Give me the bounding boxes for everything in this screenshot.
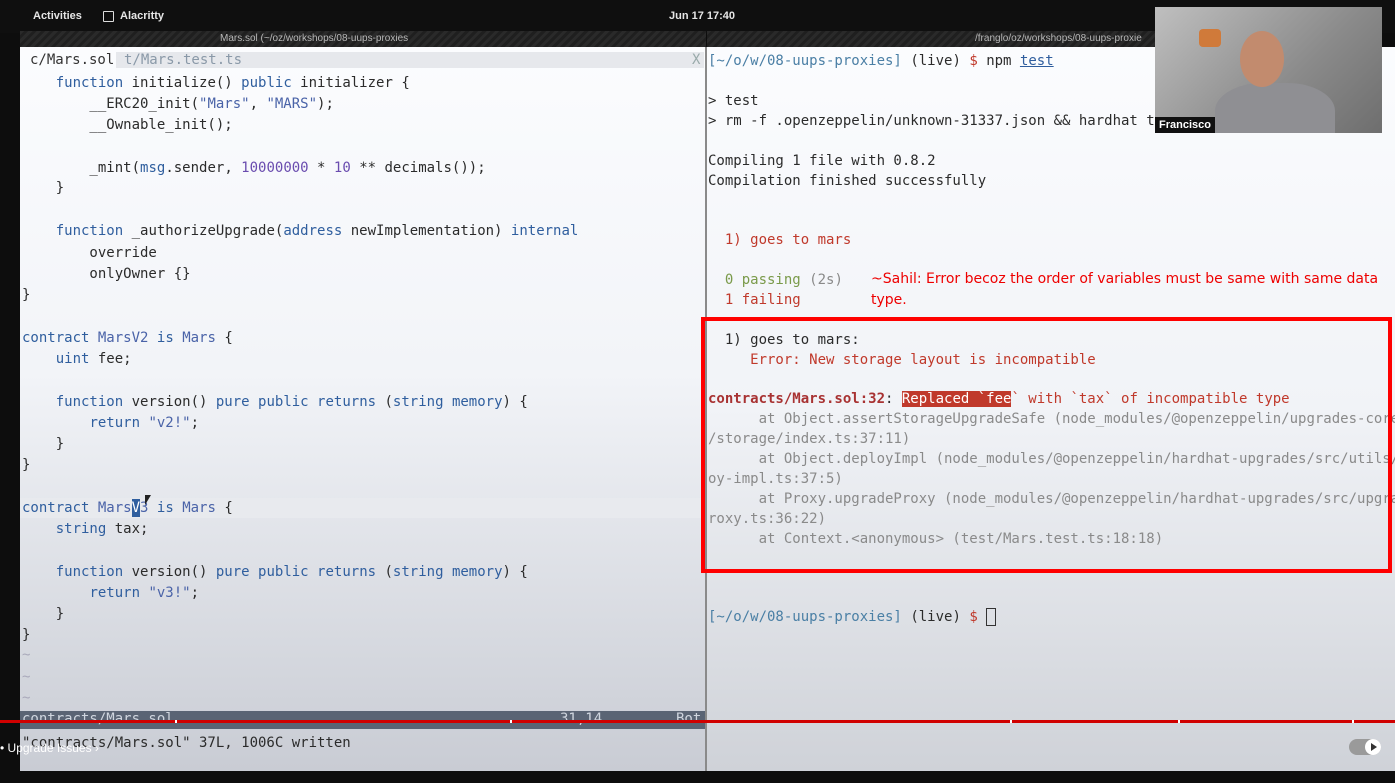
- terminal-line: > rm -f .openzeppelin/unknown-31337.json…: [708, 113, 1181, 129]
- code-line: function version() pure public returns (…: [55, 564, 528, 580]
- app-menu[interactable]: Alacritty: [103, 10, 164, 22]
- code-line: return "v2!";: [89, 415, 200, 431]
- webcam-name-label: Francisco: [1155, 117, 1215, 133]
- code-line: function version() pure public returns (…: [55, 394, 528, 410]
- terminal-prompt-current: [~/o/w/08-uups-proxies] (live) $: [708, 608, 997, 626]
- code-line: }: [22, 627, 31, 643]
- status-scroll-percent: Bot: [676, 711, 702, 727]
- code-line: }: [22, 180, 65, 196]
- code-line: contract MarsV3 is Mars {: [22, 499, 233, 517]
- empty-line-tilde: ~: [22, 669, 31, 685]
- empty-line-tilde: ~: [22, 647, 31, 663]
- code-line: onlyOwner {}: [22, 266, 191, 282]
- code-line: contract MarsV2 is Mars {: [22, 330, 233, 346]
- code-line: uint fee;: [55, 351, 132, 367]
- code-line: __ERC20_init("Mars", "MARS");: [22, 96, 334, 112]
- code-line: }: [22, 606, 65, 622]
- code-line: }: [22, 287, 31, 303]
- code-line: __Ownable_init();: [22, 117, 233, 133]
- terminal-cursor: [986, 608, 997, 626]
- editor-window-title: Mars.sol (~/oz/workshops/08-uups-proxies: [20, 31, 706, 47]
- editor-window-title-text: Mars.sol (~/oz/workshops/08-uups-proxies: [220, 33, 409, 44]
- video-progress-bar[interactable]: [0, 720, 1395, 723]
- chapter-marker: [1178, 720, 1180, 723]
- app-name: Alacritty: [120, 10, 165, 22]
- autoplay-toggle[interactable]: [1349, 739, 1381, 755]
- terminal-prompt: [~/o/w/08-uups-proxies] (live) $ npm tes…: [708, 53, 1054, 69]
- editor-tab-bar: c/Mars.sol t/Mars.test.ts X: [20, 50, 706, 70]
- activities-button[interactable]: Activities: [33, 10, 82, 22]
- annotation-note: ~Sahil: Error becoz the order of variabl…: [871, 271, 1379, 308]
- terminal-line: Compilation finished successfully: [708, 173, 987, 189]
- presenter-head: [1240, 31, 1284, 87]
- passing-count: 0 passing (2s): [708, 272, 843, 288]
- chapter-marker: [510, 720, 512, 723]
- tab-mars-sol[interactable]: c/Mars.sol: [30, 52, 114, 68]
- vim-editor-pane[interactable]: c/Mars.sol t/Mars.test.ts X function ini…: [20, 47, 706, 771]
- chapter-marker: [1352, 720, 1354, 723]
- terminal-line: Compiling 1 file with 0.8.2: [708, 153, 936, 169]
- status-filename: contracts/Mars.sol: [22, 711, 174, 727]
- terminal-window-title: /franglo/oz/workshops/08-uups-proxie: [707, 31, 1155, 47]
- code-line: function _authorizeUpgrade(address newIm…: [55, 223, 579, 239]
- play-icon: [1365, 739, 1381, 755]
- webcam-overlay: Francisco: [1155, 7, 1382, 133]
- chapter-marker: [175, 720, 177, 723]
- chapter-title[interactable]: • Upgrade Issues ›: [0, 741, 99, 755]
- terminal-icon: [103, 10, 114, 22]
- chapter-marker: [1010, 720, 1012, 723]
- presenter-body: [1215, 83, 1335, 133]
- failing-count: 1 failing: [708, 292, 801, 308]
- empty-line-tilde: ~: [22, 690, 31, 706]
- terminal-line: > test: [708, 93, 759, 109]
- clock[interactable]: Jun 17 17:40: [669, 10, 735, 22]
- code-line: string tax;: [55, 521, 149, 537]
- error-highlight-box: [701, 317, 1392, 573]
- mouse-pointer-icon: [145, 495, 151, 505]
- code-line: function initialize() public initializer…: [55, 75, 410, 91]
- status-cursor-position: 31,14: [560, 711, 603, 727]
- terminal-window-title-text: /franglo/oz/workshops/08-uups-proxie: [975, 33, 1142, 44]
- code-line: }: [22, 457, 31, 473]
- tab-mars-test[interactable]: t/Mars.test.ts: [116, 52, 704, 68]
- code-line: _mint(msg.sender, 10000000 * 10 ** decim…: [22, 160, 486, 176]
- code-line: override: [22, 245, 157, 261]
- code-line: }: [22, 436, 65, 452]
- close-tab-icon[interactable]: X: [692, 52, 700, 68]
- lamp-shape: [1199, 29, 1221, 47]
- test-title: 1) goes to mars: [708, 232, 852, 248]
- code-line: return "v3!";: [89, 585, 200, 601]
